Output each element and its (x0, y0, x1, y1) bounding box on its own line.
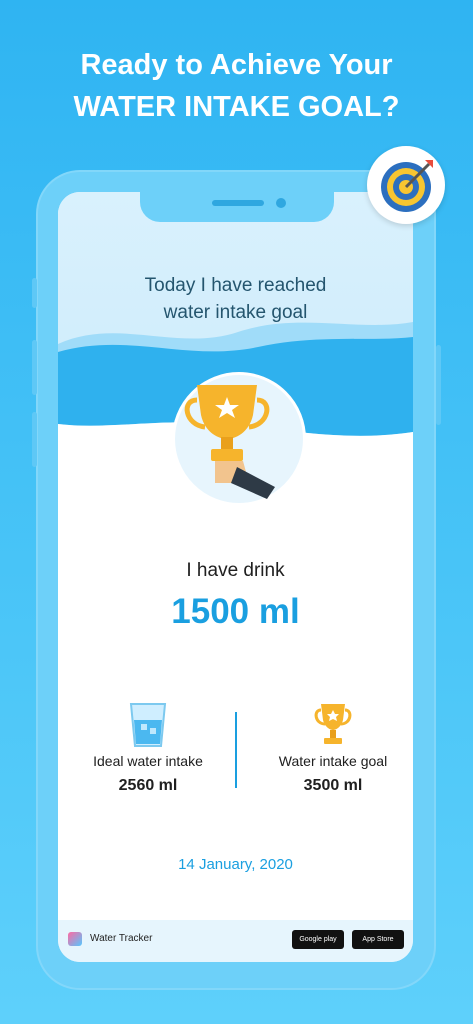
footer-bar: Water Tracker Google play App Store (58, 920, 413, 962)
phone-volume-up (32, 340, 37, 395)
google-play-label: Google play (299, 936, 337, 943)
phone-speaker (212, 200, 264, 206)
reach-title-line-2: water intake goal (163, 302, 308, 323)
water-glass-icon (129, 703, 167, 747)
ideal-intake-value: 2560 ml (118, 777, 178, 794)
app-store-label: App Store (362, 936, 394, 943)
drink-value: 1500 ml (171, 592, 300, 631)
date-text: 14 January, 2020 (178, 856, 293, 873)
phone-notch (140, 192, 334, 222)
trophy-icon (314, 704, 352, 744)
trophy-circle (172, 372, 306, 506)
target-icon (381, 160, 433, 212)
stat-intake-goal: Water intake goal 3500 ml (258, 702, 408, 795)
drink-label: I have drink (186, 560, 285, 581)
app-name: Water Tracker (90, 933, 153, 944)
phone-power-button (436, 345, 441, 425)
headline-line-1: Ready to Achieve Your (80, 49, 393, 81)
google-play-badge[interactable]: Google play (292, 930, 344, 949)
headline-line-2: WATER INTAKE GOAL? (73, 91, 400, 123)
reach-title: Today I have reached water intake goal (58, 272, 413, 326)
phone-side-button (32, 278, 37, 308)
intake-goal-label: Water intake goal (278, 753, 388, 769)
app-store-badge[interactable]: App Store (352, 930, 404, 949)
reach-title-line-1: Today I have reached (144, 275, 327, 296)
app-logo-icon (68, 932, 82, 946)
trophy-hand-icon (184, 385, 275, 499)
ideal-intake-label: Ideal water intake (93, 753, 203, 769)
phone-volume-down (32, 412, 37, 467)
phone-camera (276, 198, 286, 208)
intake-goal-value: 3500 ml (303, 777, 363, 794)
stats-divider (235, 712, 237, 788)
phone-screen: Today I have reached water intake goal I… (58, 192, 413, 962)
stat-ideal-intake: Ideal water intake 2560 ml (73, 702, 223, 795)
headline: Ready to Achieve Your WATER INTAKE GOAL? (0, 44, 473, 128)
target-badge (367, 146, 445, 224)
